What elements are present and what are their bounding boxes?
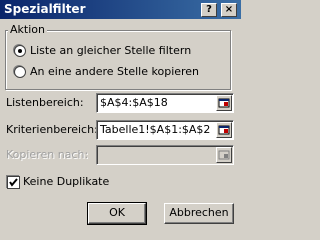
range-picker-icon (218, 98, 230, 108)
unique-records-checkbox[interactable] (7, 176, 20, 189)
unique-records-label[interactable]: Keine Duplikate (23, 175, 109, 189)
list-range-input[interactable]: $A$4:$A$18 (96, 93, 234, 113)
criteria-range-value: Tabelle1!$A$1:$A$2 (100, 123, 211, 136)
radio-filter-in-place[interactable] (14, 45, 26, 57)
list-range-label: Listenbereich: (6, 96, 84, 109)
criteria-range-collapse-button[interactable] (216, 122, 232, 138)
action-group: Aktion Liste an gleicher Stelle filtern … (5, 23, 231, 90)
list-range-value: $A$4:$A$18 (100, 96, 168, 109)
help-button[interactable]: ? (201, 3, 217, 17)
ok-button[interactable]: OK (87, 202, 147, 225)
checkmark-icon (9, 178, 18, 187)
action-group-legend: Aktion (8, 23, 47, 37)
criteria-range-input[interactable]: Tabelle1!$A$1:$A$2 (96, 120, 234, 140)
copy-to-input (96, 145, 234, 165)
close-icon: × (224, 4, 234, 15)
cancel-button[interactable]: Abbrechen (164, 203, 234, 224)
radio-filter-in-place-label[interactable]: Liste an gleicher Stelle filtern (30, 44, 191, 58)
criteria-range-label: Kriterienbereich: (6, 123, 98, 136)
help-icon: ? (206, 4, 212, 15)
copy-to-label: Kopieren nach: (6, 148, 89, 161)
radio-copy-elsewhere[interactable] (14, 66, 26, 78)
spezialfilter-dialog: Spezialfilter ? × Aktion Liste an gleich… (0, 0, 241, 226)
close-button[interactable]: × (221, 3, 237, 17)
range-picker-icon (218, 125, 230, 135)
window-title: Spezialfilter (4, 2, 86, 16)
list-range-collapse-button[interactable] (216, 95, 232, 111)
title-bar[interactable]: Spezialfilter ? × (0, 0, 241, 19)
radio-copy-elsewhere-label[interactable]: An eine andere Stelle kopieren (30, 65, 199, 79)
range-picker-icon (218, 150, 230, 160)
copy-to-collapse-button (216, 147, 232, 163)
